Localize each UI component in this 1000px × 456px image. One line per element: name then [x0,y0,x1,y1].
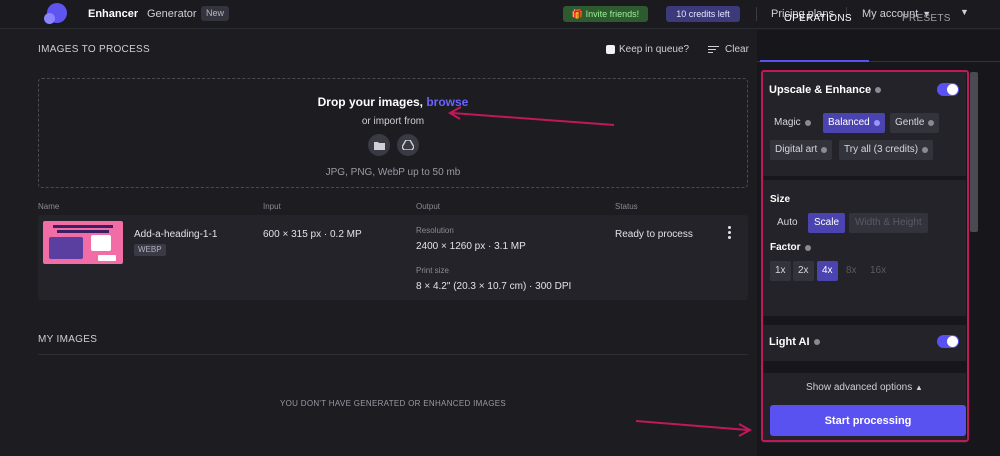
factor-4x[interactable]: 4x [817,261,838,281]
size-scale[interactable]: Scale [808,213,846,233]
column-name: Name [38,202,60,211]
column-output: Output [416,202,441,211]
info-icon[interactable] [804,244,811,251]
nav-enhancer[interactable]: Enhancer [88,8,138,20]
checkbox-box[interactable] [606,45,615,54]
status-text: Ready to process [615,229,693,240]
new-badge: New [201,6,230,21]
light-ai-toggle[interactable] [937,335,959,348]
mode-label: Magic [774,117,801,128]
panel-tabs [757,30,1000,62]
factor-option-label: 16x [870,265,887,276]
info-icon[interactable] [804,120,811,126]
show-advanced-options[interactable]: Show advanced options ▲ [763,382,966,393]
print-size-label: Print size [416,266,449,275]
nav-divider [756,7,757,21]
nav-generator[interactable]: Generator [147,8,197,20]
size-auto[interactable]: Auto [772,213,803,233]
factor-option-label: 8x [846,265,857,276]
advanced-label: Show advanced options [806,382,913,393]
start-processing-button[interactable]: Start processing [770,405,966,436]
upscale-toggle[interactable] [937,83,959,96]
factor-option-label: 1x [775,265,786,276]
clear-button[interactable]: Clear [708,44,749,55]
tab-operations[interactable]: OPERATIONS [784,13,852,24]
factor-1x[interactable]: 1x [770,261,791,281]
size-width-height[interactable]: Width & Height [849,213,928,233]
info-icon[interactable] [873,120,880,126]
image-thumbnail[interactable] [43,221,123,264]
google-drive-icon[interactable] [397,134,419,156]
credits-badge[interactable]: 10 credits left [666,6,740,22]
more-options-icon[interactable] [728,226,732,241]
output-resolution: 2400 × 1260 px · 3.1 MP [416,241,526,252]
resolution-label: Resolution [416,226,454,235]
browse-link[interactable]: browse [426,95,468,109]
factor-label-text: Factor [770,242,801,253]
empty-state-message: YOU DON'T HAVE GENERATED OR ENHANCED IMA… [279,399,506,408]
chevron-up-icon: ▲ [915,383,923,392]
divider [38,354,748,355]
active-tab-indicator [760,60,869,62]
factor-8x[interactable]: 8x [841,261,862,281]
file-name: Add-a-heading-1-1 [134,229,218,240]
drop-title-text: Drop your images, [317,95,423,109]
mode-label: Try all (3 credits) [844,144,919,155]
mode-digital-art[interactable]: Digital art [770,140,833,160]
mode-gentle[interactable]: Gentle [890,113,940,133]
factor-option-label: 4x [822,265,833,276]
info-icon[interactable] [813,339,820,345]
info-icon[interactable] [875,87,882,93]
import-from-label: or import from [361,116,425,127]
panel-scrollbar[interactable] [970,72,978,232]
invite-friends-button[interactable]: 🎁 Invite friends! [563,6,648,22]
mode-try-all[interactable]: Try all (3 credits) [839,140,934,160]
folder-icon[interactable] [368,134,390,156]
mode-magic[interactable]: Magic [769,113,816,133]
input-size: 600 × 315 px · 0.2 MP [263,229,362,240]
upscale-title: Upscale & Enhance [769,84,882,96]
factor-label: Factor [770,242,811,253]
keep-in-queue-label: Keep in queue? [619,44,690,55]
print-size: 8 × 4.2" (20.3 × 10.7 cm) · 300 DPI [416,281,572,292]
clear-icon [708,45,719,54]
factor-16x[interactable]: 16x [865,261,891,281]
chevron-down-icon: ▼ [960,7,969,17]
table-row: Add-a-heading-1-1 WEBP 600 × 315 px · 0.… [38,215,748,300]
mode-balanced[interactable]: Balanced [823,113,885,133]
mode-label: Digital art [775,144,818,155]
factor-2x[interactable]: 2x [793,261,814,281]
keep-in-queue-checkbox[interactable]: Keep in queue? [606,44,689,55]
info-icon[interactable] [928,120,935,126]
clear-label: Clear [725,44,749,55]
supported-formats: JPG, PNG, WebP up to 50 mb [325,167,461,178]
factor-option-label: 2x [798,265,809,276]
size-option-label: Scale [814,217,840,228]
file-type-badge: WEBP [134,244,166,256]
mode-label: Gentle [895,117,925,128]
mode-label: Balanced [828,117,870,128]
size-option-label: Auto [777,217,798,228]
drop-title: Drop your images, browse [39,95,747,109]
app-logo[interactable] [44,2,68,26]
column-status: Status [615,202,638,211]
tab-presets[interactable]: PRESETS [902,13,951,24]
light-ai-title: Light AI [769,336,820,348]
drop-zone[interactable]: Drop your images, browse or import from … [38,78,748,188]
section-title-process: IMAGES TO PROCESS [38,44,150,55]
light-ai-title-text: Light AI [769,336,810,348]
column-input: Input [263,202,281,211]
size-label: Size [770,194,791,205]
section-title-my-images: MY IMAGES [38,334,98,345]
arrow-to-start [635,420,749,431]
arrowhead [738,423,753,437]
size-option-label: Width & Height [855,217,922,228]
info-icon[interactable] [922,147,929,153]
info-icon[interactable] [821,147,828,153]
upscale-title-text: Upscale & Enhance [769,84,872,96]
